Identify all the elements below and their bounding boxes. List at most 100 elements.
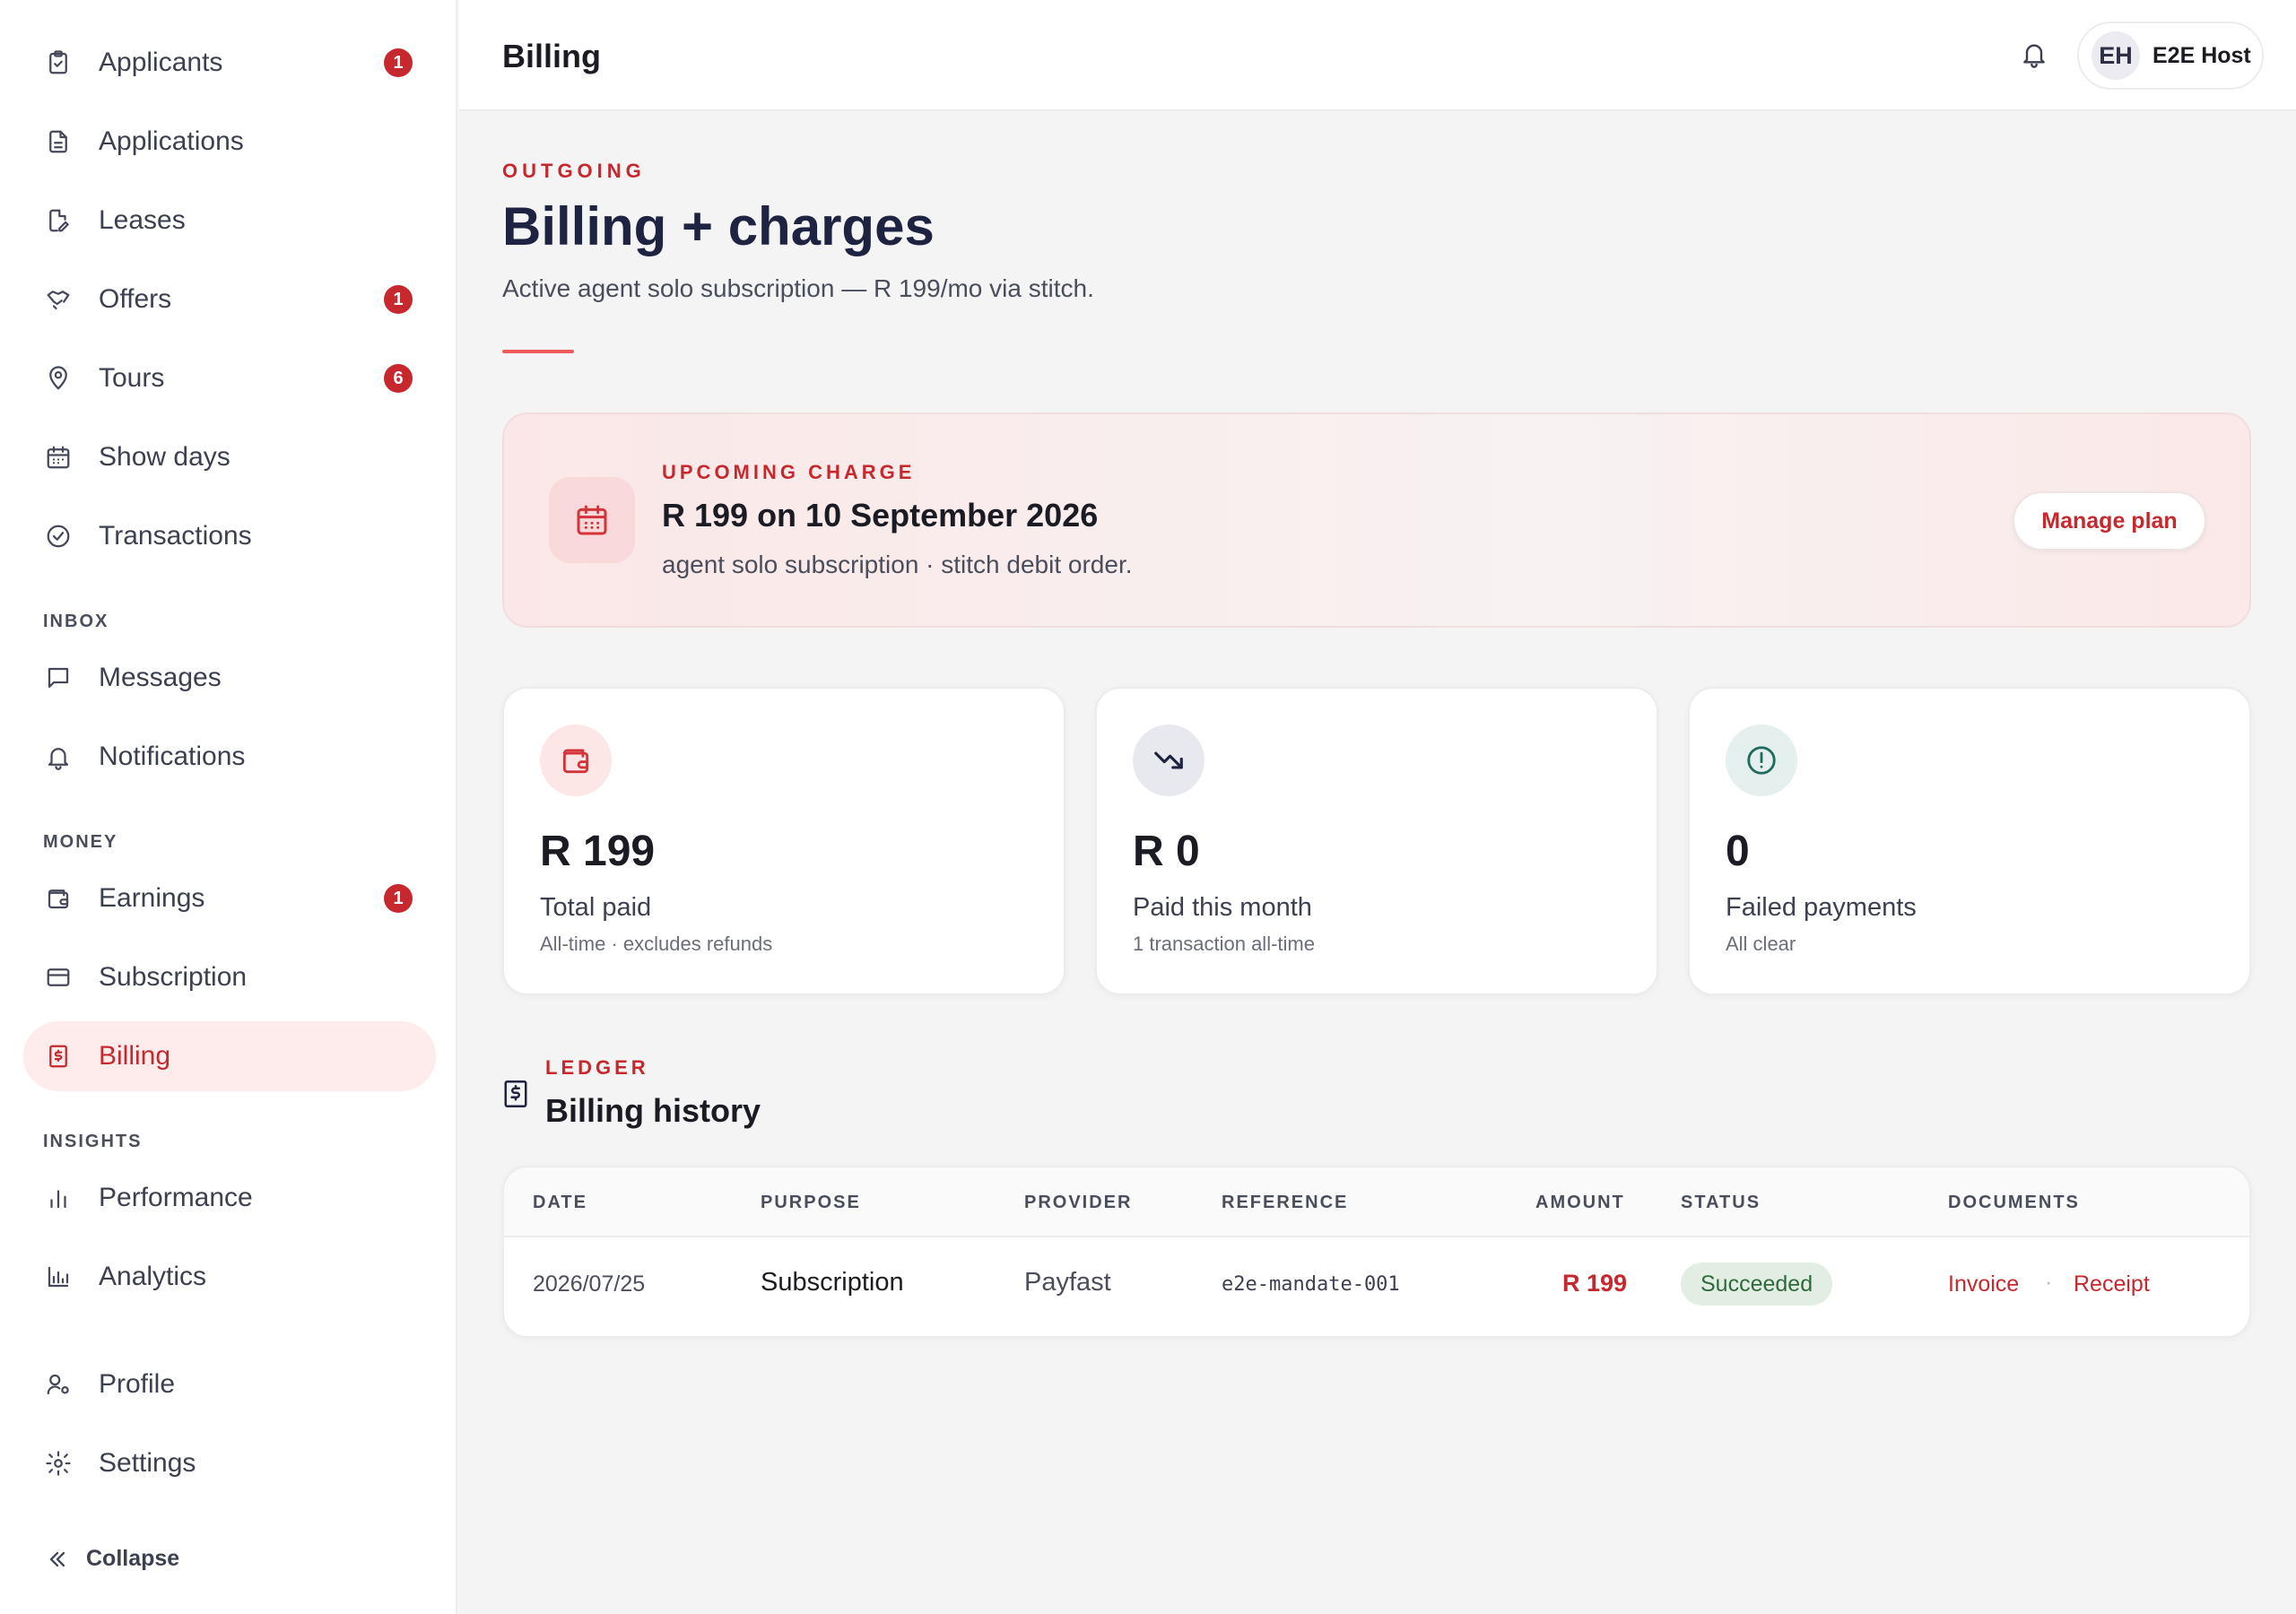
sidebar-item-label: Profile — [99, 1369, 176, 1399]
column-header-date: DATE — [533, 1193, 587, 1212]
document-icon — [43, 126, 74, 157]
sidebar-item-settings[interactable]: Settings — [23, 1428, 436, 1498]
sidebar-item-offers[interactable]: Offers 1 — [23, 265, 436, 334]
stat-value: R 0 — [1133, 828, 1200, 875]
stat-card-paid-this-month: R 0 Paid this month 1 transaction all-ti… — [1095, 687, 1658, 995]
stat-note: All-time · excludes refunds — [540, 933, 773, 955]
sidebar-item-label: Subscription — [99, 962, 248, 992]
check-circle-icon — [43, 521, 74, 551]
stat-value: R 199 — [540, 828, 656, 875]
ledger-label: LEDGER — [545, 1056, 649, 1079]
upcoming-charge-label: UPCOMING CHARGE — [662, 461, 916, 483]
sidebar-item-applicants[interactable]: Applicants 1 — [23, 28, 436, 98]
cell-date: 2026/07/25 — [533, 1271, 646, 1297]
trending-down-icon — [1133, 725, 1205, 796]
wallet-icon — [540, 725, 612, 796]
billing-history-table: DATE PURPOSE PROVIDER REFERENCE AMOUNT S… — [502, 1166, 2251, 1338]
invoice-link[interactable]: Invoice — [1948, 1271, 2019, 1297]
upcoming-charge-card: UPCOMING CHARGE R 199 on 10 September 20… — [502, 412, 2251, 628]
top-bar: Billing EH E2E Host — [459, 0, 2296, 111]
collapse-button[interactable]: Collapse — [45, 1546, 179, 1572]
collapse-label: Collapse — [86, 1546, 180, 1571]
document-edit-icon — [43, 205, 74, 236]
count-badge: 1 — [384, 285, 413, 314]
page-title: Billing + charges — [502, 196, 935, 256]
user-name: E2E Host — [2152, 42, 2251, 68]
sidebar-item-label: Tours — [99, 363, 165, 393]
stat-label: Failed payments — [1726, 893, 1917, 922]
accent-divider — [502, 350, 574, 353]
calendar-icon — [549, 477, 635, 563]
sidebar-item-label: Performance — [99, 1183, 253, 1212]
sidebar: Applicants 1 Applications Leases Offers … — [0, 0, 457, 1614]
section-label-money: MONEY — [43, 832, 118, 852]
sidebar-item-analytics[interactable]: Analytics — [23, 1242, 436, 1312]
sidebar-item-subscription[interactable]: Subscription — [23, 942, 436, 1012]
sidebar-item-label: Analytics — [99, 1262, 207, 1291]
stat-card-failed-payments: 0 Failed payments All clear — [1688, 687, 2251, 995]
stat-value: 0 — [1726, 828, 1750, 875]
page-subtitle: Active agent solo subscription — R 199/m… — [502, 274, 1094, 302]
upcoming-charge-subtitle: agent solo subscription · stitch debit o… — [662, 551, 1133, 578]
column-header-provider: PROVIDER — [1024, 1193, 1133, 1212]
sidebar-item-performance[interactable]: Performance — [23, 1163, 436, 1233]
column-header-purpose: PURPOSE — [761, 1193, 861, 1212]
sidebar-item-show-days[interactable]: Show days — [23, 422, 436, 492]
sidebar-item-label: Show days — [99, 442, 230, 472]
sidebar-item-leases[interactable]: Leases — [23, 186, 436, 256]
chevrons-left-icon — [45, 1547, 70, 1572]
receipt-link[interactable]: Receipt — [2074, 1271, 2150, 1297]
credit-card-icon — [43, 962, 74, 993]
notifications-button[interactable] — [2014, 36, 2054, 75]
section-label-insights: INSIGHTS — [43, 1132, 143, 1151]
user-menu[interactable]: EH E2E Host — [2077, 22, 2264, 90]
sidebar-item-tours[interactable]: Tours 6 — [23, 343, 436, 413]
cell-amount: R 199 — [1562, 1270, 1628, 1297]
sidebar-item-label: Transactions — [99, 521, 252, 551]
sidebar-item-notifications[interactable]: Notifications — [23, 722, 436, 792]
billing-history-title: Billing history — [545, 1092, 761, 1129]
sidebar-item-label: Earnings — [99, 883, 205, 913]
receipt-dollar-icon — [502, 1078, 531, 1110]
sidebar-item-earnings[interactable]: Earnings 1 — [23, 863, 436, 933]
sidebar-item-label: Leases — [99, 205, 186, 235]
sidebar-item-label: Billing — [99, 1041, 171, 1071]
count-badge: 1 — [384, 884, 413, 913]
count-badge: 1 — [384, 48, 413, 77]
column-header-documents: DOCUMENTS — [1948, 1193, 2080, 1212]
stat-label: Total paid — [540, 893, 652, 922]
column-header-status: STATUS — [1681, 1193, 1761, 1212]
cell-purpose: Subscription — [761, 1268, 904, 1297]
sidebar-item-applications[interactable]: Applications — [23, 107, 436, 177]
sidebar-item-label: Applications — [99, 126, 244, 156]
stat-note: 1 transaction all-time — [1133, 933, 1315, 955]
sidebar-item-label: Applicants — [99, 48, 223, 77]
bell-icon — [43, 742, 74, 772]
column-header-amount: AMOUNT — [1535, 1193, 1625, 1212]
sidebar-item-billing[interactable]: Billing — [23, 1021, 436, 1091]
sidebar-item-label: Offers — [99, 284, 172, 314]
cell-provider: Payfast — [1024, 1268, 1111, 1297]
alert-circle-icon — [1726, 725, 1797, 796]
map-pin-icon — [43, 363, 74, 394]
page-eyebrow: OUTGOING — [502, 160, 646, 182]
column-header-reference: REFERENCE — [1222, 1193, 1349, 1212]
sidebar-item-label: Messages — [99, 663, 222, 692]
bar-chart-icon — [43, 1183, 74, 1213]
receipt-dollar-icon — [43, 1041, 74, 1072]
message-icon — [43, 663, 74, 693]
stat-note: All clear — [1726, 933, 1796, 955]
sidebar-item-label: Notifications — [99, 742, 246, 771]
bell-icon — [2020, 39, 2048, 73]
gear-icon — [43, 1448, 74, 1479]
stat-card-total-paid: R 199 Total paid All-time · excludes ref… — [502, 687, 1065, 995]
sidebar-item-profile[interactable]: Profile — [23, 1349, 436, 1419]
manage-plan-button[interactable]: Manage plan — [2013, 491, 2206, 551]
status-badge: Succeeded — [1681, 1263, 1833, 1306]
count-badge: 6 — [384, 364, 413, 393]
sidebar-item-messages[interactable]: Messages — [23, 643, 436, 713]
page-header-title: Billing — [502, 38, 601, 74]
calendar-icon — [43, 442, 74, 473]
sidebar-item-transactions[interactable]: Transactions — [23, 501, 436, 571]
handshake-icon — [43, 284, 74, 315]
